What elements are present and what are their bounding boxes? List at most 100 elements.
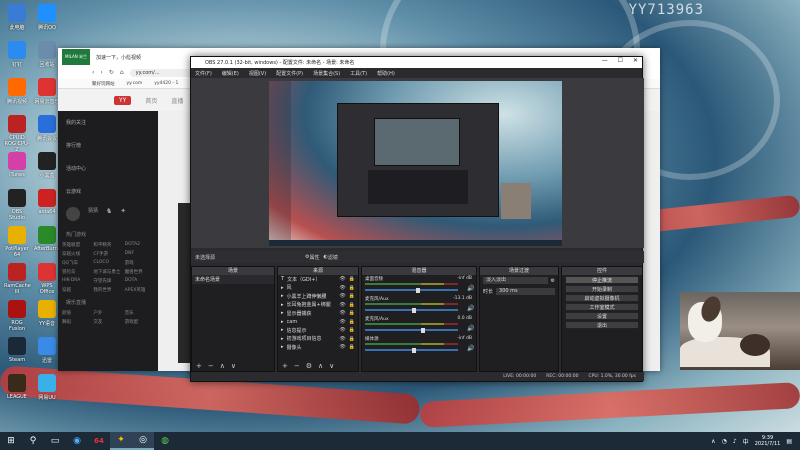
game-category-link[interactable]: 舞蹈 (62, 319, 91, 325)
exit-button[interactable]: 退出 (565, 321, 639, 329)
slider-knob[interactable] (416, 287, 421, 293)
desktop-icon[interactable]: 回收站 (34, 41, 60, 68)
lock-icon[interactable]: 🔒 (349, 285, 355, 291)
move-down-icon[interactable]: ∨ (231, 362, 236, 370)
game-category-link[interactable]: 魔兽世界 (125, 269, 154, 275)
menu-scene-collection[interactable]: 场景集合(S) (313, 70, 340, 77)
source-item[interactable]: ▸ 摄像头 👁 🔒 (278, 343, 358, 352)
move-down-icon[interactable]: ∨ (329, 362, 334, 370)
desktop-icon[interactable]: YY语音 (34, 300, 60, 327)
source-item[interactable]: ▸ 风 👁 🔒 (278, 284, 358, 293)
back-icon[interactable]: ‹ (92, 69, 94, 76)
source-item[interactable]: ▸ 显示器捕获 👁 🔒 (278, 309, 358, 318)
lock-icon[interactable]: 🔒 (349, 302, 355, 308)
desktop-icon[interactable]: CPUID ROG CPU-Z (4, 115, 30, 153)
gear-icon[interactable]: ⚙ (551, 278, 555, 284)
nav-item[interactable]: 直播 (171, 96, 183, 105)
mute-icon[interactable]: 🔊 (467, 325, 474, 332)
forward-icon[interactable]: › (100, 69, 102, 76)
move-up-icon[interactable]: ∧ (220, 362, 225, 370)
transition-select[interactable]: 淡入淡出 (483, 277, 548, 284)
game-category-link[interactable]: DOTA (125, 278, 154, 284)
visibility-icon[interactable]: 👁 (339, 285, 345, 291)
network-icon[interactable]: ◔ (722, 438, 727, 445)
nav-item[interactable]: 首页 (145, 96, 157, 105)
game-category-link[interactable]: 音乐 (125, 310, 154, 316)
scene-item[interactable]: 未命名场景 (192, 275, 274, 284)
filters-button[interactable]: 滤镜 (328, 254, 338, 261)
visibility-icon[interactable]: 👁 (339, 310, 345, 316)
game-category-link[interactable]: 英雄联盟 (62, 242, 91, 248)
desktop-icon[interactable]: aida64 (34, 189, 60, 215)
obs-icon[interactable]: ◎ (132, 432, 154, 450)
desktop-icon[interactable]: OBS Studio (4, 189, 30, 221)
task-view-icon[interactable]: ▭ (44, 432, 66, 450)
game-category-link[interactable]: 和平精英 (93, 242, 122, 248)
preview-canvas[interactable] (269, 81, 562, 246)
add-icon[interactable]: + (282, 362, 288, 370)
desktop-icon[interactable]: Steam (4, 337, 30, 363)
menu-edit[interactable]: 编辑(E) (222, 70, 239, 77)
mute-icon[interactable]: 🔊 (467, 345, 474, 352)
game-category-link[interactable]: DNF (125, 251, 154, 257)
notification-icon[interactable]: ▤ (786, 438, 792, 445)
visibility-icon[interactable]: 👁 (339, 293, 345, 299)
home-icon[interactable]: ⌂ (120, 69, 124, 76)
start-icon[interactable]: ⊞ (0, 432, 22, 450)
visibility-icon[interactable]: 👁 (339, 319, 345, 325)
bookmark[interactable]: yy.com (127, 81, 143, 86)
game-category-link[interactable]: 游戏 (125, 260, 154, 266)
volume-icon[interactable]: ♪ (733, 438, 737, 445)
sidebar-item-guess[interactable]: 猜猜 (88, 207, 98, 221)
sidebar-item-rank[interactable]: 排行榜 (58, 134, 158, 157)
source-item[interactable]: ▸ 长耳兔抱金属+绑腿 👁 🔒 (278, 301, 358, 310)
desktop-icon[interactable]: 腾讯视频 (4, 78, 30, 105)
chrome-icon[interactable]: ◍ (154, 432, 176, 450)
browser-icon[interactable]: ◉ (66, 432, 88, 450)
obs-titlebar[interactable]: OBS 27.0.1 (32-bit, windows) - 配置文件: 未命名… (191, 57, 642, 68)
desktop-icon[interactable]: LEAGUE (4, 374, 30, 400)
game-category-link[interactable]: QQ飞车 (62, 260, 91, 266)
menu-tools[interactable]: 工具(T) (350, 70, 367, 77)
maximize-icon[interactable]: ☐ (618, 57, 623, 64)
game-category-link[interactable]: DOTA2 (125, 242, 154, 248)
menu-file[interactable]: 文件(F) (195, 70, 212, 77)
visibility-icon[interactable]: 👁 (339, 302, 345, 308)
desktop-icon[interactable]: 钉钉 (4, 41, 30, 68)
bookmark[interactable]: 聚好玩网站 (92, 81, 115, 87)
desktop-icon[interactable]: 腾讯会议 (34, 115, 60, 142)
desktop-icon[interactable]: 迅雷 (34, 337, 60, 364)
visibility-icon[interactable]: 👁 (339, 276, 345, 282)
game-category-link[interactable]: 守望先锋 (93, 278, 122, 284)
obs-window[interactable]: OBS 27.0.1 (32-bit, windows) - 配置文件: 未命名… (190, 56, 644, 382)
yy-logo[interactable]: YY (114, 95, 132, 105)
visibility-icon[interactable]: 👁 (339, 344, 345, 350)
ime-indicator[interactable]: 中 (743, 437, 749, 446)
source-item[interactable]: ▸ 小黑羊上蹲伸懒腰 👁 🔒 (278, 292, 358, 301)
controller-icon[interactable]: ♞ (106, 207, 112, 221)
settings-button[interactable]: 设置 (565, 312, 639, 320)
game-category-link[interactable]: 游戏配 (125, 319, 154, 325)
search-icon[interactable]: ⚲ (22, 432, 44, 450)
obs-preview-area[interactable] (191, 78, 644, 248)
duration-input[interactable]: 300 ms (496, 288, 555, 295)
desktop-icon[interactable]: WPS Office (34, 263, 60, 295)
lock-icon[interactable]: 🔒 (349, 327, 355, 333)
source-item[interactable]: T 文本（GDI+） 👁 🔒 (278, 275, 358, 284)
aida64-icon[interactable]: 64 (88, 432, 110, 450)
gift-icon[interactable]: ✦ (120, 207, 126, 221)
bookmark[interactable]: yy4420 - 1 (154, 81, 178, 86)
volume-slider[interactable] (365, 347, 458, 353)
desktop-icon[interactable]: 腾讯QQ (34, 4, 60, 31)
game-category-link[interactable]: 户外 (93, 310, 122, 316)
avatar[interactable] (66, 207, 80, 221)
desktop-icon[interactable]: 小黑盒 (34, 152, 60, 179)
source-item[interactable]: ▸ 信息提示 👁 🔒 (278, 326, 358, 335)
game-category-link[interactable]: 交友 (93, 319, 122, 325)
menu-help[interactable]: 帮助(H) (377, 70, 395, 77)
volume-slider[interactable] (365, 287, 458, 293)
move-up-icon[interactable]: ∧ (318, 362, 323, 370)
yy-icon[interactable]: ✦ (110, 432, 132, 450)
desktop-icon[interactable]: 网易UU (34, 374, 60, 401)
stop-streaming-button[interactable]: 停止推流 (565, 276, 639, 284)
